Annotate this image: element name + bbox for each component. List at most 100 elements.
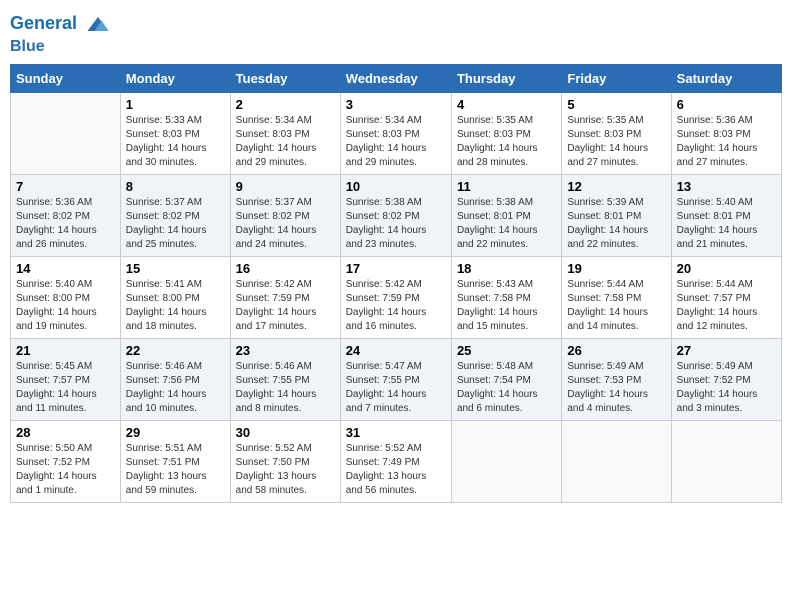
calendar-cell: 12 Sunrise: 5:39 AM Sunset: 8:01 PM Dayli…: [562, 174, 671, 256]
day-number: 10: [346, 179, 446, 194]
calendar-cell: 31Sunrise: 5:52 AM Sunset: 7:49 PM Dayli…: [340, 420, 451, 502]
day-info: Sunrise: 5:50 AM Sunset: 7:52 PM Dayligh…: [16, 442, 115, 498]
calendar-cell: 6Sunrise: 5:36 AM Sunset: 8:03 PM Daylig…: [671, 92, 781, 174]
calendar-cell: 10 Sunrise: 5:38 AM Sunset: 8:02 PM Dayli…: [340, 174, 451, 256]
calendar-cell: 21 Sunrise: 5:45 AM Sunset: 7:57 PM Dayli…: [11, 338, 121, 420]
weekday-header-wednesday: Wednesday: [340, 64, 451, 92]
day-info: Sunrise: 5:51 AM Sunset: 7:51 PM Dayligh…: [126, 442, 225, 498]
day-info: Sunrise: 5:45 AM Sunset: 7:57 PM Dayligh…: [16, 360, 115, 416]
day-number: 6: [677, 97, 776, 112]
page-header: General Blue: [10, 10, 782, 56]
weekday-header-friday: Friday: [562, 64, 671, 92]
day-info: Sunrise: 5:47 AM Sunset: 7:55 PM Dayligh…: [346, 360, 446, 416]
day-info: Sunrise: 5:40 AM Sunset: 8:01 PM Dayligh…: [677, 196, 776, 252]
week-row-4: 21 Sunrise: 5:45 AM Sunset: 7:57 PM Dayli…: [11, 338, 782, 420]
day-info: Sunrise: 5:37 AM Sunset: 8:02 PM Dayligh…: [126, 196, 225, 252]
day-info: Sunrise: 5:48 AM Sunset: 7:54 PM Dayligh…: [457, 360, 556, 416]
calendar-cell: 17Sunrise: 5:42 AM Sunset: 7:59 PM Dayli…: [340, 256, 451, 338]
day-info: Sunrise: 5:43 AM Sunset: 7:58 PM Dayligh…: [457, 278, 556, 334]
day-number: 1: [126, 97, 225, 112]
calendar-cell: 27 Sunrise: 5:49 AM Sunset: 7:52 PM Dayli…: [671, 338, 781, 420]
day-number: 25: [457, 343, 556, 358]
day-number: 24: [346, 343, 446, 358]
weekday-header-sunday: Sunday: [11, 64, 121, 92]
day-info: Sunrise: 5:34 AM Sunset: 8:03 PM Dayligh…: [236, 114, 335, 170]
day-number: 29: [126, 425, 225, 440]
calendar-cell: [11, 92, 121, 174]
logo-blue: Blue: [10, 38, 112, 56]
day-number: 9: [236, 179, 335, 194]
day-number: 18: [457, 261, 556, 276]
day-number: 26: [567, 343, 665, 358]
day-info: Sunrise: 5:44 AM Sunset: 7:57 PM Dayligh…: [677, 278, 776, 334]
day-info: Sunrise: 5:33 AM Sunset: 8:03 PM Dayligh…: [126, 114, 225, 170]
day-info: Sunrise: 5:49 AM Sunset: 7:52 PM Dayligh…: [677, 360, 776, 416]
day-number: 15: [126, 261, 225, 276]
week-row-3: 14Sunrise: 5:40 AM Sunset: 8:00 PM Dayli…: [11, 256, 782, 338]
day-number: 12: [567, 179, 665, 194]
day-number: 7: [16, 179, 115, 194]
day-number: 28: [16, 425, 115, 440]
calendar-cell: [451, 420, 561, 502]
day-number: 4: [457, 97, 556, 112]
day-number: 30: [236, 425, 335, 440]
calendar-table: SundayMondayTuesdayWednesdayThursdayFrid…: [10, 64, 782, 503]
calendar-cell: 19 Sunrise: 5:44 AM Sunset: 7:58 PM Dayli…: [562, 256, 671, 338]
day-info: Sunrise: 5:38 AM Sunset: 8:02 PM Dayligh…: [346, 196, 446, 252]
day-number: 2: [236, 97, 335, 112]
calendar-cell: 25 Sunrise: 5:48 AM Sunset: 7:54 PM Dayli…: [451, 338, 561, 420]
day-number: 3: [346, 97, 446, 112]
day-number: 27: [677, 343, 776, 358]
calendar-cell: [671, 420, 781, 502]
calendar-cell: 26 Sunrise: 5:49 AM Sunset: 7:53 PM Dayli…: [562, 338, 671, 420]
day-number: 16: [236, 261, 335, 276]
day-number: 13: [677, 179, 776, 194]
day-number: 8: [126, 179, 225, 194]
day-number: 11: [457, 179, 556, 194]
day-number: 5: [567, 97, 665, 112]
day-number: 20: [677, 261, 776, 276]
calendar-cell: 30 Sunrise: 5:52 AM Sunset: 7:50 PM Dayli…: [230, 420, 340, 502]
calendar-cell: 3 Sunrise: 5:34 AM Sunset: 8:03 PM Daylig…: [340, 92, 451, 174]
day-number: 14: [16, 261, 115, 276]
day-info: Sunrise: 5:38 AM Sunset: 8:01 PM Dayligh…: [457, 196, 556, 252]
week-row-2: 7Sunrise: 5:36 AM Sunset: 8:02 PM Daylig…: [11, 174, 782, 256]
day-number: 22: [126, 343, 225, 358]
day-number: 19: [567, 261, 665, 276]
day-number: 23: [236, 343, 335, 358]
calendar-cell: 7Sunrise: 5:36 AM Sunset: 8:02 PM Daylig…: [11, 174, 121, 256]
calendar-cell: 14Sunrise: 5:40 AM Sunset: 8:00 PM Dayli…: [11, 256, 121, 338]
day-info: Sunrise: 5:39 AM Sunset: 8:01 PM Dayligh…: [567, 196, 665, 252]
day-number: 21: [16, 343, 115, 358]
day-info: Sunrise: 5:34 AM Sunset: 8:03 PM Dayligh…: [346, 114, 446, 170]
day-info: Sunrise: 5:52 AM Sunset: 7:49 PM Dayligh…: [346, 442, 446, 498]
logo: General Blue: [10, 10, 112, 56]
calendar-cell: 11 Sunrise: 5:38 AM Sunset: 8:01 PM Dayli…: [451, 174, 561, 256]
week-row-1: 1 Sunrise: 5:33 AM Sunset: 8:03 PM Daylig…: [11, 92, 782, 174]
day-info: Sunrise: 5:46 AM Sunset: 7:56 PM Dayligh…: [126, 360, 225, 416]
calendar-cell: 15 Sunrise: 5:41 AM Sunset: 8:00 PM Dayli…: [120, 256, 230, 338]
calendar-cell: 22 Sunrise: 5:46 AM Sunset: 7:56 PM Dayli…: [120, 338, 230, 420]
day-info: Sunrise: 5:49 AM Sunset: 7:53 PM Dayligh…: [567, 360, 665, 416]
logo-text: General: [10, 10, 112, 38]
calendar-cell: 29 Sunrise: 5:51 AM Sunset: 7:51 PM Dayli…: [120, 420, 230, 502]
day-info: Sunrise: 5:46 AM Sunset: 7:55 PM Dayligh…: [236, 360, 335, 416]
weekday-header-row: SundayMondayTuesdayWednesdayThursdayFrid…: [11, 64, 782, 92]
calendar-cell: 18 Sunrise: 5:43 AM Sunset: 7:58 PM Dayli…: [451, 256, 561, 338]
day-info: Sunrise: 5:44 AM Sunset: 7:58 PM Dayligh…: [567, 278, 665, 334]
calendar-cell: 9 Sunrise: 5:37 AM Sunset: 8:02 PM Daylig…: [230, 174, 340, 256]
weekday-header-thursday: Thursday: [451, 64, 561, 92]
day-info: Sunrise: 5:35 AM Sunset: 8:03 PM Dayligh…: [457, 114, 556, 170]
day-info: Sunrise: 5:42 AM Sunset: 7:59 PM Dayligh…: [236, 278, 335, 334]
calendar-cell: [562, 420, 671, 502]
calendar-cell: 24 Sunrise: 5:47 AM Sunset: 7:55 PM Dayli…: [340, 338, 451, 420]
day-info: Sunrise: 5:37 AM Sunset: 8:02 PM Dayligh…: [236, 196, 335, 252]
calendar-cell: 16 Sunrise: 5:42 AM Sunset: 7:59 PM Dayli…: [230, 256, 340, 338]
day-info: Sunrise: 5:41 AM Sunset: 8:00 PM Dayligh…: [126, 278, 225, 334]
calendar-cell: 4 Sunrise: 5:35 AM Sunset: 8:03 PM Daylig…: [451, 92, 561, 174]
calendar-cell: 8 Sunrise: 5:37 AM Sunset: 8:02 PM Daylig…: [120, 174, 230, 256]
day-info: Sunrise: 5:52 AM Sunset: 7:50 PM Dayligh…: [236, 442, 335, 498]
calendar-cell: 2 Sunrise: 5:34 AM Sunset: 8:03 PM Daylig…: [230, 92, 340, 174]
calendar-cell: 28 Sunrise: 5:50 AM Sunset: 7:52 PM Dayli…: [11, 420, 121, 502]
calendar-cell: 1 Sunrise: 5:33 AM Sunset: 8:03 PM Daylig…: [120, 92, 230, 174]
